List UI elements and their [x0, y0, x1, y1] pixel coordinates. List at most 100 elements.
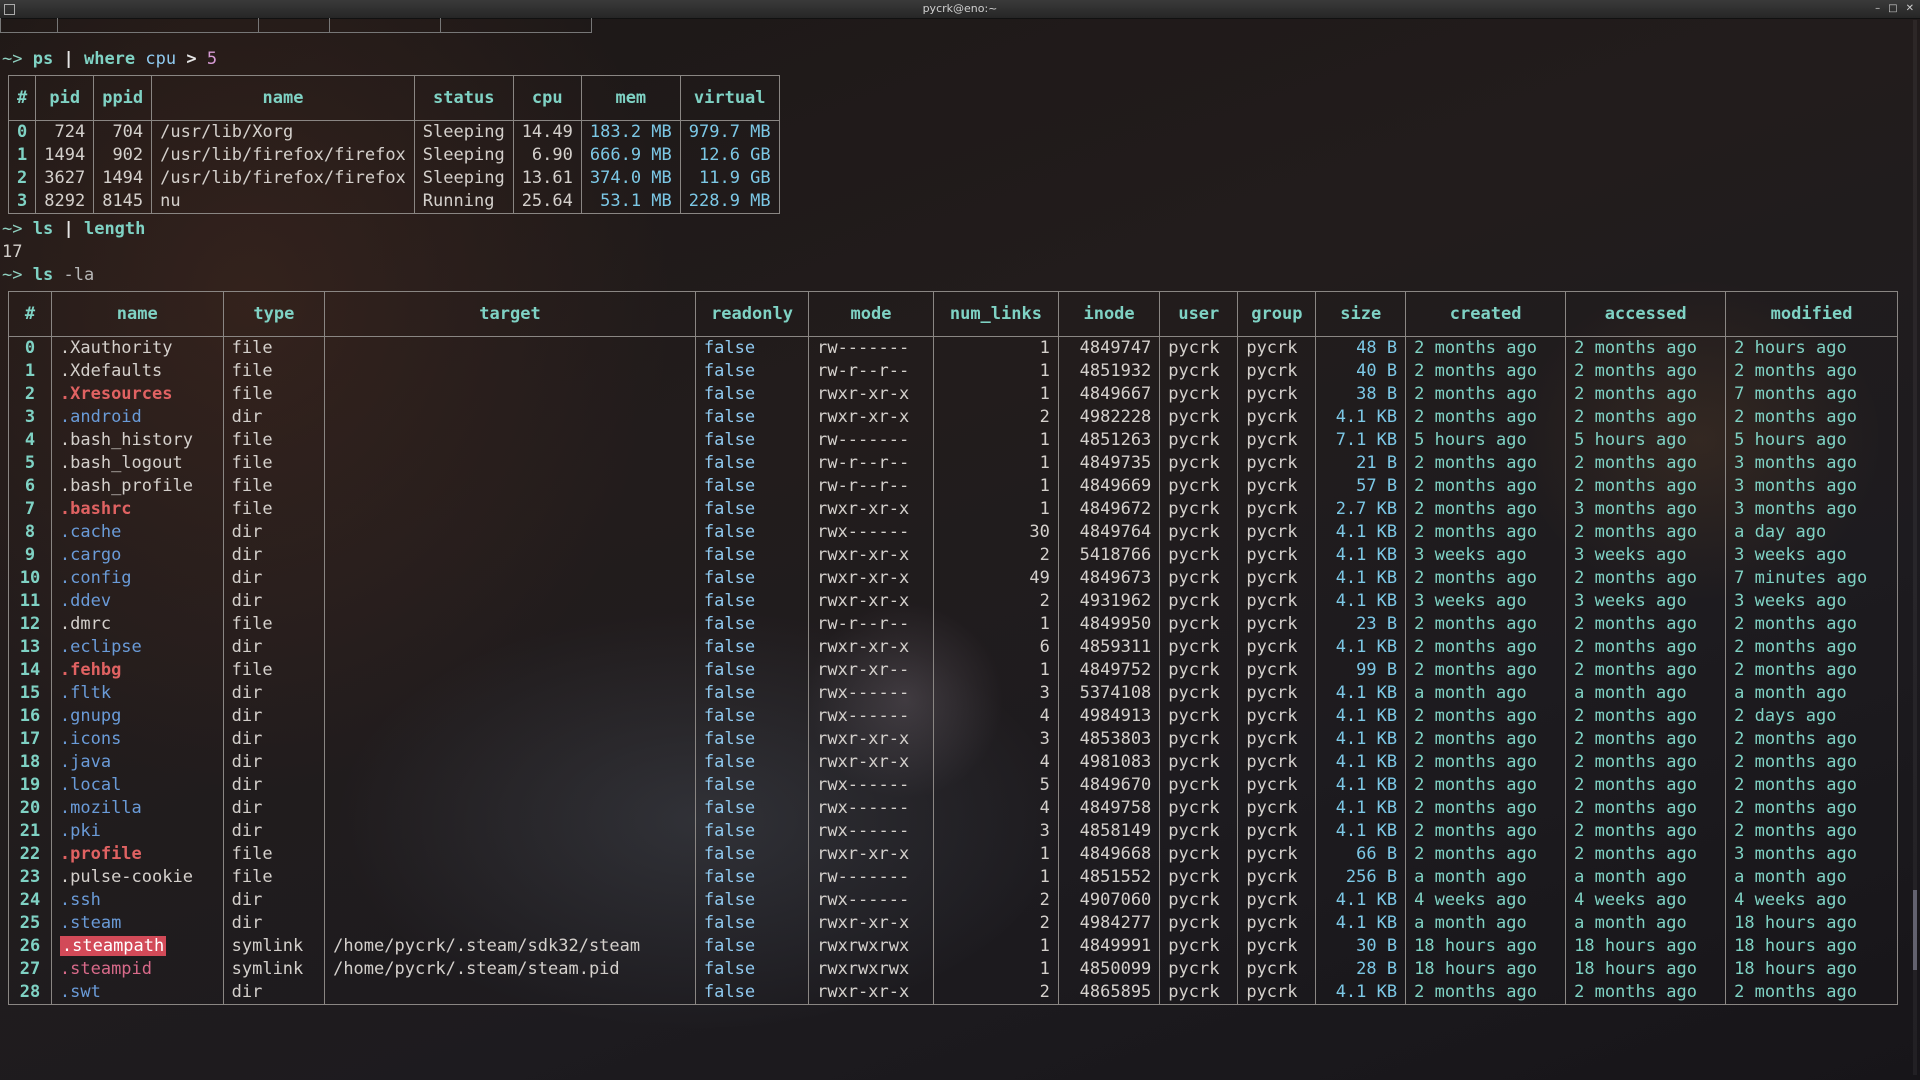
file-name: .steam — [59, 913, 122, 933]
table-cell: 23 B — [1315, 613, 1406, 636]
file-name: .bashrc — [59, 499, 132, 519]
table-cell: 2 months ago — [1405, 659, 1566, 682]
table-cell: 1 — [932, 475, 1059, 498]
table-cell: /usr/lib/firefox/firefox — [151, 144, 415, 167]
table-cell: file — [222, 383, 325, 406]
table-cell: false — [694, 935, 809, 958]
table-cell: false — [694, 544, 809, 567]
table-row: 4 .bash_history file false rw------- 1 4851263… — [9, 429, 1898, 452]
table-cell: 2 months ago — [1565, 613, 1726, 636]
minimize-icon[interactable]: – — [1875, 0, 1880, 18]
table-cell: rwxr-xr-x — [808, 751, 934, 774]
table-cell: 3 months ago — [1725, 498, 1898, 521]
table-cell: rwxr-xr-- — [808, 659, 934, 682]
table-cell: 2 months ago — [1405, 475, 1566, 498]
window-menu-icon[interactable] — [4, 4, 15, 15]
table-cell: pycrk — [1237, 544, 1316, 567]
table-cell: pycrk — [1159, 797, 1238, 820]
row-index: 1 — [24, 361, 36, 381]
file-name: .pulse-cookie — [59, 867, 193, 887]
table-cell: 18 hours ago — [1565, 935, 1726, 958]
table-cell: pycrk — [1237, 636, 1316, 659]
table-cell: file — [222, 498, 325, 521]
table-cell: 14.49 — [512, 120, 582, 144]
scrollbar-thumb[interactable] — [1913, 890, 1917, 970]
table-cell: 4858149 — [1057, 820, 1160, 843]
ls-table-header: # name type target readonly mode num_links inod… — [8, 291, 1898, 337]
table-cell: pycrk — [1159, 498, 1238, 521]
row-index: 19 — [19, 775, 41, 795]
table-cell: pycrk — [1159, 659, 1238, 682]
table-cell: 2 months ago — [1405, 797, 1566, 820]
table-cell: 3 weeks ago — [1405, 590, 1566, 613]
file-name-cell: .ddev — [50, 590, 224, 613]
table-cell: false — [694, 429, 809, 452]
table-cell: pycrk — [1159, 958, 1238, 981]
table-cell: false — [694, 774, 809, 797]
table-cell: 1 — [932, 498, 1059, 521]
file-name-cell: .mozilla — [50, 797, 224, 820]
column-header: num_links — [932, 291, 1059, 337]
table-cell: rwx------ — [808, 889, 934, 912]
file-name-cell: .bashrc — [50, 498, 224, 521]
table-cell: 4849673 — [1057, 567, 1160, 590]
table-cell: 2 months ago — [1405, 521, 1566, 544]
cmd-name: ls — [32, 219, 54, 239]
ls-table: # name type target readonly mode num_links inod… — [8, 291, 1898, 1005]
table-cell: a day ago — [1725, 521, 1898, 544]
table-cell: false — [694, 406, 809, 429]
maximize-icon[interactable]: □ — [1888, 0, 1897, 18]
column-header: created — [1405, 291, 1566, 337]
table-cell: pycrk — [1237, 912, 1316, 935]
table-cell: false — [694, 567, 809, 590]
table-cell: false — [694, 360, 809, 383]
table-cell — [324, 567, 696, 590]
table-cell: 49 — [932, 567, 1059, 590]
table-cell: /usr/lib/firefox/firefox — [151, 167, 415, 190]
file-name: .gnupg — [59, 706, 122, 726]
cmd-flag: -la — [63, 265, 95, 285]
table-cell: rwxr-xr-x — [808, 406, 934, 429]
close-icon[interactable]: ✕ — [1906, 0, 1914, 18]
table-cell: 2 months ago — [1405, 383, 1566, 406]
table-cell — [324, 336, 696, 360]
table-cell: 3 — [932, 682, 1059, 705]
table-cell: dir — [222, 797, 325, 820]
table-cell — [324, 774, 696, 797]
table-cell: 18 hours ago — [1405, 935, 1566, 958]
file-name: .Xauthority — [59, 338, 173, 358]
file-name-cell: .cargo — [50, 544, 224, 567]
table-cell: 4853803 — [1057, 728, 1160, 751]
column-header: accessed — [1565, 291, 1726, 337]
table-cell: file — [222, 843, 325, 866]
table-cell: a month ago — [1725, 682, 1898, 705]
table-cell — [324, 682, 696, 705]
file-name: .ddev — [59, 591, 112, 611]
file-name-cell: .fehbg — [50, 659, 224, 682]
table-cell: file — [222, 659, 325, 682]
table-cell: 1 — [932, 336, 1059, 360]
table-cell: dir — [222, 889, 325, 912]
table-cell: 5 hours ago — [1725, 429, 1898, 452]
file-name: .android — [59, 407, 142, 427]
table-cell: 5 hours ago — [1565, 429, 1726, 452]
table-cell: 4849991 — [1057, 935, 1160, 958]
table-cell: 4849758 — [1057, 797, 1160, 820]
table-cell: false — [694, 705, 809, 728]
table-cell: 7 minutes ago — [1725, 567, 1898, 590]
scrollbar[interactable] — [1913, 20, 1917, 1075]
table-cell: pycrk — [1159, 682, 1238, 705]
table-cell: false — [694, 475, 809, 498]
file-name: .java — [59, 752, 112, 772]
table-cell: a month ago — [1565, 912, 1726, 935]
table-cell: 18 hours ago — [1725, 912, 1898, 935]
table-cell — [324, 544, 696, 567]
table-cell: 53.1 MB — [580, 190, 681, 214]
file-name: .local — [59, 775, 122, 795]
terminal-output[interactable]: ~> ps | where cpu > 5 # pid ppid name status… — [0, 48, 1920, 1009]
row-index: 0 — [24, 338, 36, 358]
table-cell: 3627 — [35, 167, 94, 190]
table-cell: false — [694, 912, 809, 935]
table-cell: dir — [222, 751, 325, 774]
table-cell: /home/pycrk/.steam/steam.pid — [324, 958, 696, 981]
